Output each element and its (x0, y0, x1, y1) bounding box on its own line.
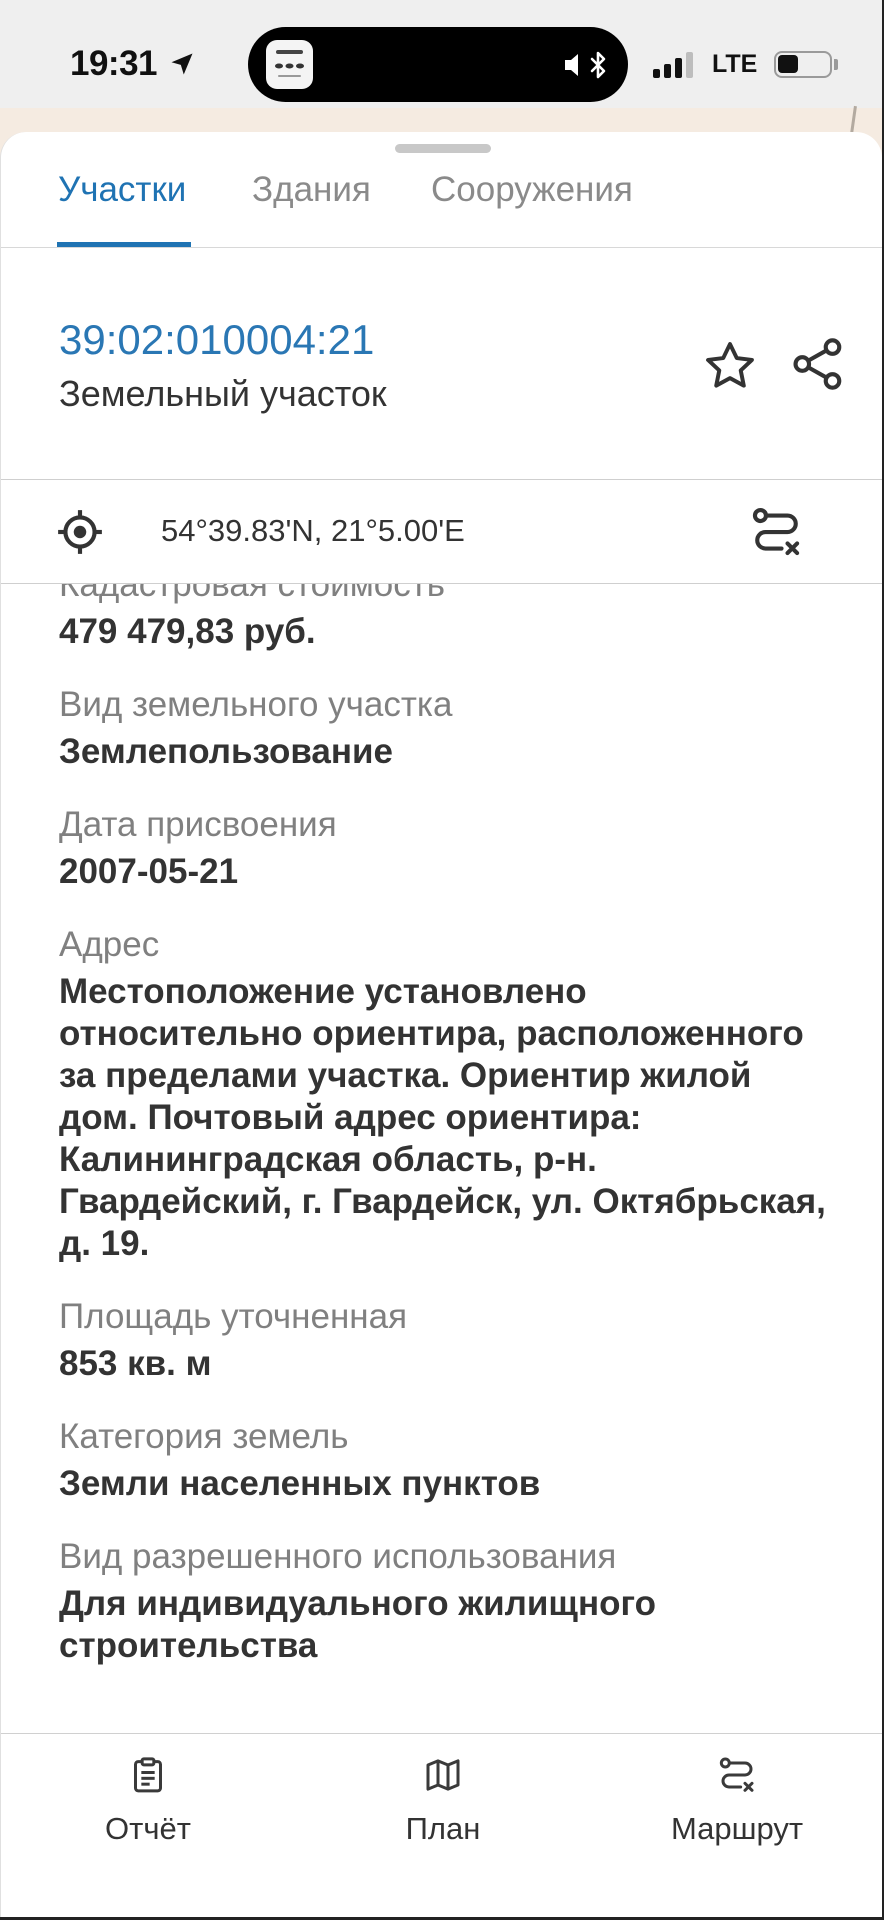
signal-bar (675, 58, 682, 78)
field-label: Вид разрешенного использования (59, 1537, 617, 1576)
route-label: Маршрут (670, 1811, 804, 1846)
share-icon[interactable] (789, 334, 847, 394)
battery-cap (834, 59, 838, 70)
app-icon (266, 40, 313, 89)
coordinates-text: 54°39.83'N, 21°5.00'E (161, 513, 465, 548)
details-list: Кадастровая стоимость 479 479,83 руб. Ви… (59, 584, 829, 1698)
field-value: Земли населенных пунктов (59, 1464, 541, 1503)
report-label: Отчёт (105, 1811, 191, 1846)
field-value: 2007-05-21 (59, 852, 239, 891)
parcel-header: 39:02:010004:21 Земельный участок (1, 248, 882, 480)
battery-icon (774, 51, 832, 78)
signal-bar (686, 52, 693, 78)
tab-parcels[interactable]: Участки (58, 169, 186, 211)
dynamic-island[interactable] (248, 27, 628, 102)
field-value: Для индивидуального жилищного строительс… (59, 1584, 656, 1665)
cadastral-number[interactable]: 39:02:010004:21 (59, 315, 374, 365)
report-button[interactable]: Отчёт (38, 1734, 258, 1884)
route-icon[interactable] (749, 504, 804, 560)
field-land-plot-kind: Вид земельного участка Землепользование (59, 684, 829, 773)
field-value: 479 479,83 руб. (59, 612, 316, 651)
route-icon (719, 1757, 754, 1792)
map-icon (426, 1759, 460, 1791)
network-type: LTE (712, 50, 758, 78)
plan-label: План (405, 1811, 481, 1846)
clipboard-icon (134, 1757, 162, 1793)
field-permitted-use: Вид разрешенного использования Для индив… (59, 1536, 829, 1667)
tab-structures[interactable]: Сооружения (431, 169, 633, 211)
parcel-sheet: Участки Здания Сооружения 39:02:010004:2… (0, 132, 882, 1920)
field-label: Площадь уточненная (59, 1297, 408, 1336)
field-label: Категория земель (59, 1417, 349, 1456)
cellular-signal-icon (653, 50, 697, 78)
field-label: Вид земельного участка (59, 685, 453, 724)
map-road (850, 105, 857, 135)
active-tab-indicator (57, 242, 191, 247)
field-label: Кадастровая стоимость (59, 584, 445, 604)
signal-bar (664, 64, 671, 78)
field-assignment-date: Дата присвоения 2007-05-21 (59, 804, 829, 893)
star-icon[interactable] (702, 338, 758, 394)
bluetooth-speaker-icon (565, 51, 606, 79)
target-icon (58, 510, 102, 554)
signal-bar (653, 69, 660, 78)
field-address: Адрес Местоположение установлено относит… (59, 924, 829, 1265)
tab-bar: Участки Здания Сооружения (1, 132, 882, 248)
field-cadastral-value: Кадастровая стоимость 479 479,83 руб. (59, 584, 829, 653)
plan-button[interactable]: План (333, 1734, 553, 1884)
battery-level (778, 55, 798, 73)
field-value: Местоположение установлено относительно … (59, 972, 826, 1263)
field-value: 853 кв. м (59, 1344, 212, 1383)
status-time: 19:31 (70, 44, 158, 83)
tab-buildings[interactable]: Здания (252, 169, 371, 211)
field-label: Дата присвоения (59, 805, 337, 844)
field-value: Землепользование (59, 732, 394, 771)
route-button[interactable]: Маршрут (627, 1734, 847, 1884)
status-bar: 19:31 LTE (0, 0, 884, 108)
details-scroll-area[interactable]: Кадастровая стоимость 479 479,83 руб. Ви… (1, 584, 882, 1733)
parcel-type: Земельный участок (59, 373, 387, 414)
field-label: Адрес (59, 925, 160, 964)
coordinates-row: 54°39.83'N, 21°5.00'E (1, 480, 882, 584)
field-area: Площадь уточненная 853 кв. м (59, 1296, 829, 1385)
bottom-action-bar: Отчёт План Маршрут (1, 1733, 882, 1920)
location-arrow-icon (171, 53, 193, 75)
field-land-category: Категория земель Земли населенных пункто… (59, 1416, 829, 1505)
